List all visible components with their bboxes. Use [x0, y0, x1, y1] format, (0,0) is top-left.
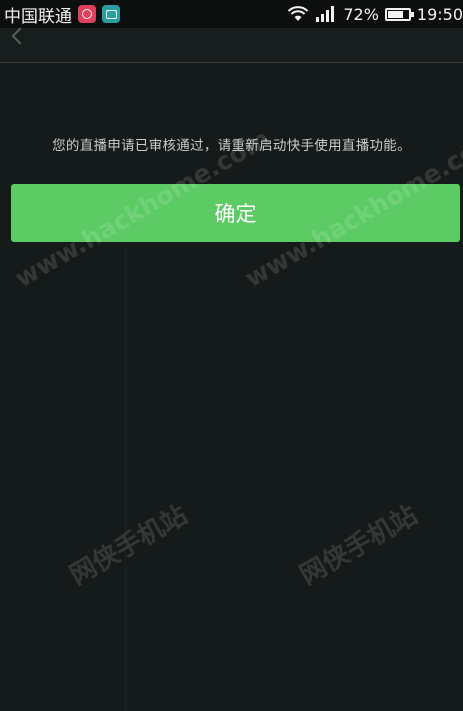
- watermark-site-name: 网侠手机站: [65, 500, 193, 592]
- background-divider: [125, 242, 126, 711]
- status-time: 19:50: [416, 4, 463, 24]
- carrier-name: 中国联通: [4, 6, 72, 27]
- watermark-site-name: 网侠手机站: [295, 500, 423, 592]
- wifi-icon: [288, 6, 309, 21]
- signal-icon: [316, 6, 335, 22]
- status-bar: 中国联通 72% 19:50: [0, 0, 463, 28]
- back-chevron-icon[interactable]: [11, 27, 29, 45]
- app-notification-icon: [78, 5, 96, 23]
- camera-app-icon: [102, 5, 120, 23]
- battery-percent: 72%: [343, 4, 379, 24]
- battery-icon: [384, 7, 414, 21]
- app-screen: 中国联通 72% 19:50 您的直播申请已审核通过，请重新启动快手使用直播功能…: [0, 0, 463, 711]
- dimmed-header: [0, 27, 463, 63]
- status-right-group: 72% 19:50: [287, 0, 463, 28]
